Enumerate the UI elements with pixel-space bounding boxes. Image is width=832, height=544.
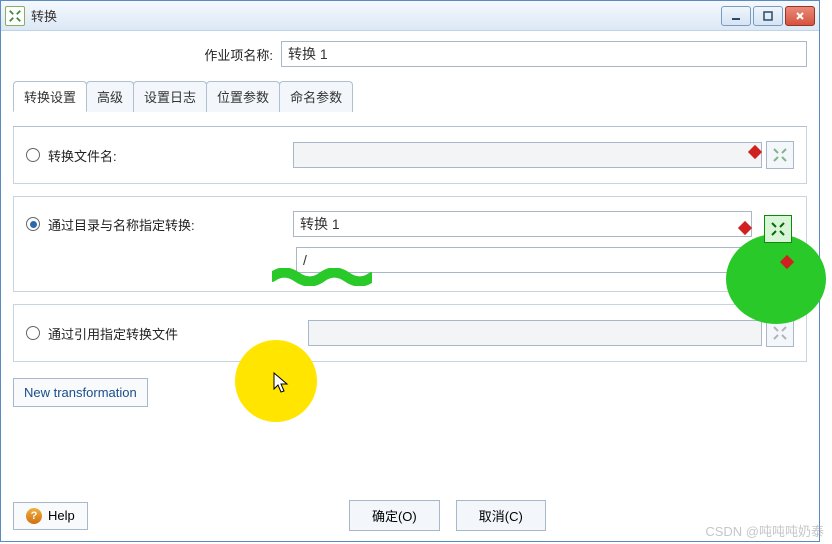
panel-reference: 通过引用指定转换文件: [13, 304, 807, 362]
panel-filename: 转换文件名:: [13, 126, 807, 184]
transform-path-input[interactable]: [296, 247, 752, 273]
tab-advanced[interactable]: 高级: [86, 81, 134, 112]
radio-directory-label: 通过目录与名称指定转换:: [48, 215, 293, 234]
variable-icon: [738, 221, 752, 235]
browse-reference-icon[interactable]: [766, 319, 794, 347]
tab-content: 转换文件名: 通过目录与名称指定转换:: [1, 112, 819, 415]
new-transformation-button[interactable]: New transformation: [13, 378, 148, 407]
help-label: Help: [48, 508, 75, 523]
tab-bar: 转换设置 高级 设置日志 位置参数 命名参数: [1, 81, 819, 112]
radio-filename[interactable]: [26, 148, 40, 162]
help-icon: ?: [26, 508, 42, 524]
radio-reference-label: 通过引用指定转换文件: [48, 324, 308, 343]
job-name-label: 作业项名称:: [13, 45, 281, 64]
ok-button[interactable]: 确定(O): [349, 500, 440, 531]
radio-reference[interactable]: [26, 326, 40, 340]
reference-input[interactable]: [308, 320, 762, 346]
titlebar: 转换: [1, 1, 819, 31]
transform-name-input[interactable]: [293, 211, 752, 237]
tab-position-args[interactable]: 位置参数: [206, 81, 280, 112]
window-title: 转换: [31, 6, 721, 25]
browse-transform-icon[interactable]: [766, 141, 794, 169]
radio-filename-label: 转换文件名:: [48, 146, 293, 165]
window-controls: [721, 6, 815, 26]
app-icon: [5, 6, 25, 26]
tab-logging[interactable]: 设置日志: [133, 81, 207, 112]
close-button[interactable]: [785, 6, 815, 26]
maximize-button[interactable]: [753, 6, 783, 26]
job-name-input[interactable]: [281, 41, 807, 67]
filename-input[interactable]: [293, 142, 762, 168]
browse-directory-icon[interactable]: [764, 215, 792, 243]
help-button[interactable]: ? Help: [13, 502, 88, 530]
dialog-window: 转换 作业项名称: 转换设置 高级 设置日志 位置参数 命名参数 转换文件名:: [0, 0, 820, 542]
variable-icon: [748, 145, 762, 159]
cancel-button[interactable]: 取消(C): [456, 500, 546, 531]
job-name-row: 作业项名称:: [1, 31, 819, 75]
variable-icon: [780, 255, 794, 269]
radio-directory[interactable]: [26, 217, 40, 231]
tab-transform-settings[interactable]: 转换设置: [13, 81, 87, 112]
dialog-footer: ? Help 确定(O) 取消(C): [13, 500, 807, 531]
minimize-button[interactable]: [721, 6, 751, 26]
browse-button-wrap: [760, 215, 792, 243]
tab-name-args[interactable]: 命名参数: [279, 81, 353, 112]
tab-underline: [13, 126, 807, 127]
panel-directory: 通过目录与名称指定转换:: [13, 196, 807, 292]
